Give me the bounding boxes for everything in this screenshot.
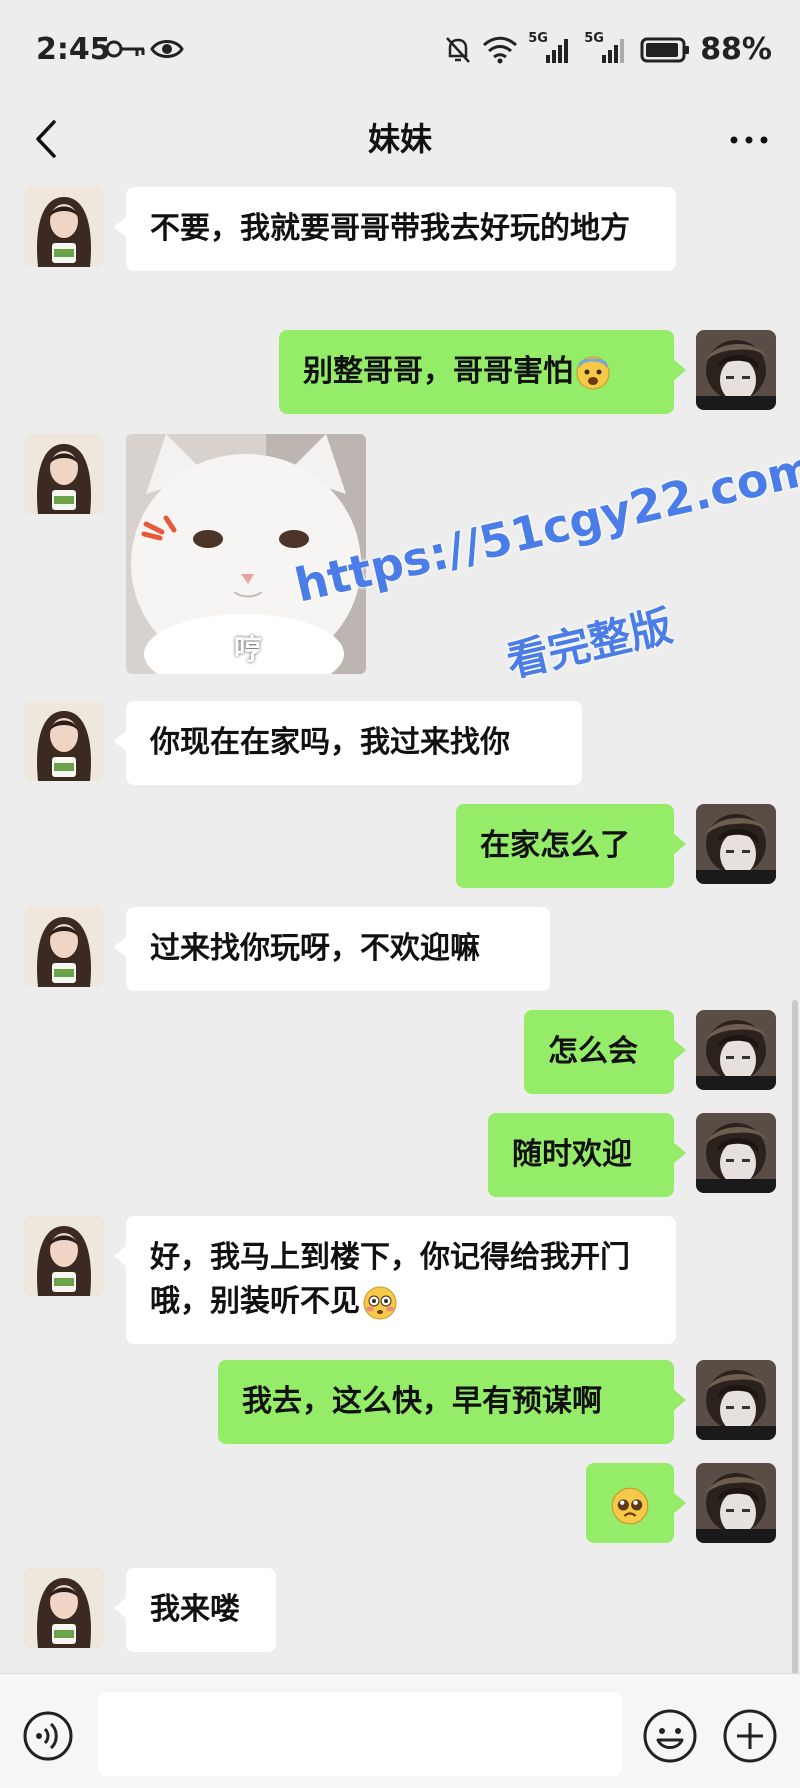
- more-dots-icon[interactable]: [724, 120, 774, 160]
- scrollbar[interactable]: [792, 1000, 798, 1673]
- avatar[interactable]: [24, 701, 104, 781]
- avatar[interactable]: [696, 330, 776, 410]
- status-time: 2:45: [36, 32, 111, 67]
- signal-5g-2: 5G: [584, 31, 630, 65]
- message-bubble[interactable]: 我去，这么快，早有预谋啊: [218, 1360, 686, 1444]
- message-bubble[interactable]: 随时欢迎: [488, 1113, 686, 1197]
- message-bubble[interactable]: 别整哥哥，哥哥害怕: [279, 330, 686, 414]
- message-bubble[interactable]: [586, 1463, 686, 1543]
- fearful-face-icon: [576, 356, 610, 389]
- message-bubble[interactable]: 好，我马上到楼下，你记得给我开门哦，别装听不见: [114, 1216, 676, 1344]
- avatar[interactable]: [24, 1568, 104, 1648]
- wifi-icon: [483, 36, 518, 63]
- message-bubble[interactable]: 不要，我就要哥哥带我去好玩的地方: [114, 187, 676, 271]
- message-bubble[interactable]: 怎么会: [524, 1010, 686, 1094]
- avatar[interactable]: [24, 187, 104, 267]
- status-right: 5G 5G 88%: [444, 31, 772, 67]
- message-text: 别整哥哥，哥哥害怕: [303, 354, 573, 389]
- input-bar: [0, 1673, 800, 1788]
- vpn-key-icon: [105, 40, 145, 58]
- angry-cat-sticker[interactable]: 哼: [126, 434, 366, 674]
- plus-icon[interactable]: [722, 1708, 778, 1764]
- chat-header: 妹妹: [0, 100, 800, 180]
- avatar[interactable]: [696, 1360, 776, 1440]
- battery-percent: 88%: [700, 32, 772, 67]
- emoji-icon[interactable]: [642, 1708, 698, 1764]
- mute-bell-icon: [446, 36, 471, 63]
- avatar[interactable]: [24, 434, 104, 514]
- signal-5g-1: 5G: [528, 31, 574, 65]
- eye-icon: [150, 40, 184, 58]
- flushed-face-icon: [363, 1286, 397, 1319]
- chat-title: 妹妹: [367, 120, 432, 158]
- pleading-face-icon: [611, 1486, 649, 1525]
- avatar[interactable]: [24, 907, 104, 987]
- message-bubble[interactable]: 过来找你玩呀，不欢迎嘛: [114, 907, 550, 991]
- battery-icon: [640, 37, 690, 62]
- avatar[interactable]: [696, 804, 776, 884]
- message-bubble[interactable]: 你现在在家吗，我过来找你: [114, 701, 582, 785]
- status-bar: 2:45 5G 5G 88%: [0, 0, 800, 100]
- avatar[interactable]: [696, 1463, 776, 1543]
- avatar[interactable]: [24, 1216, 104, 1296]
- sticker-caption: 哼: [234, 633, 263, 666]
- signal-bars-icon: [546, 38, 569, 63]
- message-bubble[interactable]: 在家怎么了: [456, 804, 686, 888]
- chat-list[interactable]: 不要，我就要哥哥带我去好玩的地方 别整哥哥，哥哥害怕 哼 你现在在家吗，我过来找…: [0, 180, 800, 1673]
- avatar[interactable]: [696, 1010, 776, 1090]
- avatar[interactable]: [696, 1113, 776, 1193]
- message-input[interactable]: [98, 1692, 622, 1776]
- voice-icon[interactable]: [22, 1710, 74, 1762]
- message-bubble[interactable]: 我来喽: [114, 1568, 276, 1652]
- signal-bars-icon: [602, 38, 625, 63]
